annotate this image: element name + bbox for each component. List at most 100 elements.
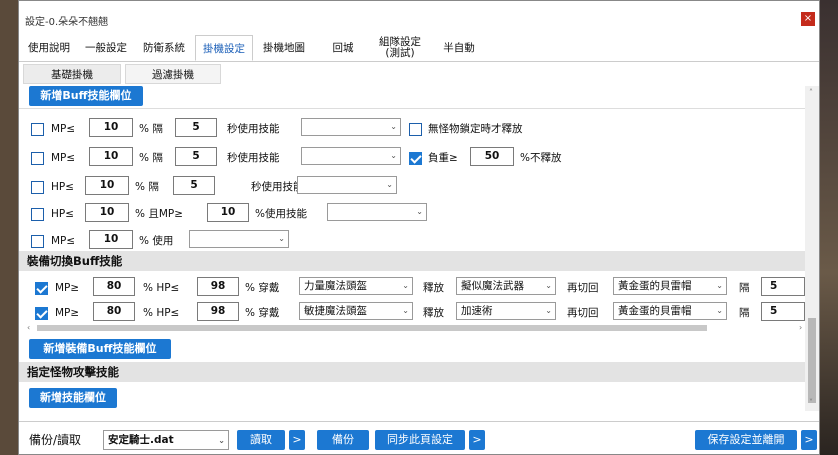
tab-bar: 使用說明 一般設定 防衛系統 掛機設定 掛機地圖 回城 組隊設定 (測試) 半自… bbox=[19, 35, 819, 62]
equip-row-2-gap-label: 隔 bbox=[739, 307, 750, 319]
backup-read-label: 備份/讀取 bbox=[29, 433, 82, 447]
tab-return[interactable]: 回城 bbox=[319, 35, 367, 61]
buff-row-1-no-monster-checkbox[interactable] bbox=[409, 123, 422, 136]
equip-row-2-back-select[interactable]: 黃金蛋的貝雷帽 ⌄ bbox=[613, 302, 727, 320]
tab-afk[interactable]: 掛機設定 bbox=[195, 35, 253, 61]
buff-row-1-unit: % 隔 bbox=[139, 123, 163, 135]
window-title: 設定-0.朵朵不翹翹 bbox=[25, 17, 109, 28]
equip-row-2-checkbox[interactable] bbox=[35, 307, 48, 320]
buff-row-5-value[interactable]: 10 bbox=[89, 230, 133, 249]
read-button[interactable]: 讀取 bbox=[237, 430, 285, 450]
tab-afk-map[interactable]: 掛機地圖 bbox=[257, 35, 311, 61]
save-exit-button[interactable]: 保存設定並離開 bbox=[695, 430, 797, 450]
buff-row-1-checkbox[interactable] bbox=[31, 123, 44, 136]
subtab-filter[interactable]: 過濾掛機 bbox=[125, 64, 221, 84]
buff-row-2-interval[interactable]: 5 bbox=[175, 147, 217, 166]
buff-row-3-value[interactable]: 10 bbox=[85, 176, 129, 195]
equip-row-1-skill-select[interactable]: 擬似魔法武器 ⌄ bbox=[456, 277, 556, 295]
chevron-down-icon: ⌄ bbox=[716, 306, 723, 315]
equip-section-title: 裝備切換Buff技能 bbox=[19, 251, 805, 271]
equip-row-1-wear-label: % 穿戴 bbox=[245, 282, 280, 294]
vertical-scroll-thumb[interactable] bbox=[808, 318, 816, 403]
chevron-down-icon: ⌄ bbox=[545, 281, 552, 290]
sync-page-button[interactable]: 同步此頁設定 bbox=[375, 430, 465, 450]
chevron-down-icon: ⌄ bbox=[402, 306, 409, 315]
vertical-scrollbar[interactable]: ˄ ˅ bbox=[805, 86, 819, 411]
tab-party[interactable]: 組隊設定 (測試) bbox=[371, 35, 429, 61]
buff-row-2-skill-select[interactable]: ⌄ bbox=[301, 147, 401, 165]
buff-row-3-unit: % 隔 bbox=[135, 181, 159, 193]
read-more-button[interactable]: > bbox=[289, 430, 305, 450]
buff-row-1-interval[interactable]: 5 bbox=[175, 118, 217, 137]
buff-row-2-weight-label: 負重≥ bbox=[428, 152, 458, 164]
desktop-background bbox=[820, 0, 838, 455]
scroll-right-icon[interactable]: › bbox=[799, 323, 802, 332]
add-skill-button[interactable]: 新增技能欄位 bbox=[29, 388, 117, 408]
buff-row-3-skill-select[interactable]: ⌄ bbox=[297, 176, 397, 194]
buff-row-4-suffix: %使用技能 bbox=[255, 208, 307, 220]
equip-row-2-mp[interactable]: 80 bbox=[93, 302, 135, 321]
buff-row-4-value[interactable]: 10 bbox=[85, 203, 129, 222]
equip-row-1-hp[interactable]: 98 bbox=[197, 277, 239, 296]
equip-row-2-wear-select[interactable]: 敏捷魔法頭盔 ⌄ bbox=[299, 302, 413, 320]
buff-row-1-skill-select[interactable]: ⌄ bbox=[301, 118, 401, 136]
close-button[interactable]: × bbox=[801, 12, 815, 26]
buff-row-4-stat: HP≤ bbox=[51, 208, 75, 220]
scroll-down-icon[interactable]: ˅ bbox=[809, 398, 813, 407]
equip-row-2-skill-select[interactable]: 加速術 ⌄ bbox=[456, 302, 556, 320]
equip-row-1-mp[interactable]: 80 bbox=[93, 277, 135, 296]
equip-row-2-hp-label: % HP≤ bbox=[143, 307, 180, 319]
settings-window: 設定-0.朵朵不翹翹 × 使用說明 一般設定 防衛系統 掛機設定 掛機地圖 回城… bbox=[18, 0, 820, 455]
buff-row-5-checkbox[interactable] bbox=[31, 235, 44, 248]
buff-row-1-suffix: 秒使用技能 bbox=[227, 123, 280, 135]
chevron-down-icon: ⌄ bbox=[390, 151, 397, 160]
tab-semi-auto[interactable]: 半自動 bbox=[433, 35, 485, 61]
buff-row-1-value[interactable]: 10 bbox=[89, 118, 133, 137]
buff-row-4-checkbox[interactable] bbox=[31, 208, 44, 221]
equip-row-1-mp-label: MP≥ bbox=[55, 282, 80, 294]
equip-row-2-gap[interactable]: 5 bbox=[761, 302, 805, 321]
footer: 備份/讀取 安定騎士.dat ⌄ 讀取 > 備份 同步此頁設定 > 保存設定並離開… bbox=[19, 421, 819, 454]
equip-row-1-wear-select[interactable]: 力量魔法頭盔 ⌄ bbox=[299, 277, 413, 295]
buff-row-2-weight-value[interactable]: 50 bbox=[470, 147, 514, 166]
buff-row-4-skill-select[interactable]: ⌄ bbox=[327, 203, 427, 221]
buff-row-2-checkbox[interactable] bbox=[31, 152, 44, 165]
buff-row-3-interval[interactable]: 5 bbox=[173, 176, 215, 195]
save-more-button[interactable]: > bbox=[801, 430, 817, 450]
backup-button[interactable]: 備份 bbox=[317, 430, 369, 450]
add-equip-buff-button[interactable]: 新增裝備Buff技能欄位 bbox=[29, 339, 171, 359]
equip-row-1-gap[interactable]: 5 bbox=[761, 277, 805, 296]
add-buff-button[interactable]: 新增Buff技能欄位 bbox=[29, 86, 143, 106]
equip-row-2-release-label: 釋放 bbox=[423, 307, 444, 319]
file-select[interactable]: 安定騎士.dat ⌄ bbox=[103, 430, 229, 450]
tab-general[interactable]: 一般設定 bbox=[79, 35, 133, 61]
buff-row-3-stat: HP≤ bbox=[51, 181, 75, 193]
buff-row-1-no-monster-label: 無怪物鎖定時才釋放 bbox=[428, 123, 523, 135]
buff-row-3-checkbox[interactable] bbox=[31, 181, 44, 194]
buff-row-4-unit: % 且MP≥ bbox=[135, 208, 184, 220]
chevron-down-icon: ⌄ bbox=[390, 122, 397, 131]
chevron-down-icon: ⌄ bbox=[218, 436, 225, 445]
buff-row-4-mp-value[interactable]: 10 bbox=[207, 203, 249, 222]
equip-row-1-checkbox[interactable] bbox=[35, 282, 48, 295]
equip-row-1-back-select[interactable]: 黃金蛋的貝雷帽 ⌄ bbox=[613, 277, 727, 295]
scroll-up-icon[interactable]: ˄ bbox=[809, 88, 813, 97]
chevron-down-icon: ⌄ bbox=[416, 207, 423, 216]
tab-usage[interactable]: 使用說明 bbox=[23, 35, 75, 61]
tab-defense[interactable]: 防衛系統 bbox=[137, 35, 191, 61]
buff-row-2-weight-checkbox[interactable] bbox=[409, 152, 422, 165]
equip-row-1-gap-label: 隔 bbox=[739, 282, 750, 294]
buff-row-2-value[interactable]: 10 bbox=[89, 147, 133, 166]
buff-row-5-skill-select[interactable]: ⌄ bbox=[189, 230, 289, 248]
scroll-left-icon[interactable]: ‹ bbox=[27, 323, 30, 332]
horizontal-scrollbar[interactable]: ‹ › bbox=[27, 323, 813, 333]
equip-row-2-hp[interactable]: 98 bbox=[197, 302, 239, 321]
chevron-down-icon: ⌄ bbox=[545, 306, 552, 315]
sync-more-button[interactable]: > bbox=[469, 430, 485, 450]
buff-row-3-suffix: 秒使用技能 bbox=[251, 181, 304, 193]
horizontal-scroll-thumb[interactable] bbox=[37, 325, 707, 331]
subtab-basic[interactable]: 基礎掛機 bbox=[23, 64, 121, 84]
equip-row-2-switch-label: 再切回 bbox=[567, 307, 599, 319]
title-bar: 設定-0.朵朵不翹翹 × bbox=[19, 1, 819, 35]
equip-row-1-release-label: 釋放 bbox=[423, 282, 444, 294]
